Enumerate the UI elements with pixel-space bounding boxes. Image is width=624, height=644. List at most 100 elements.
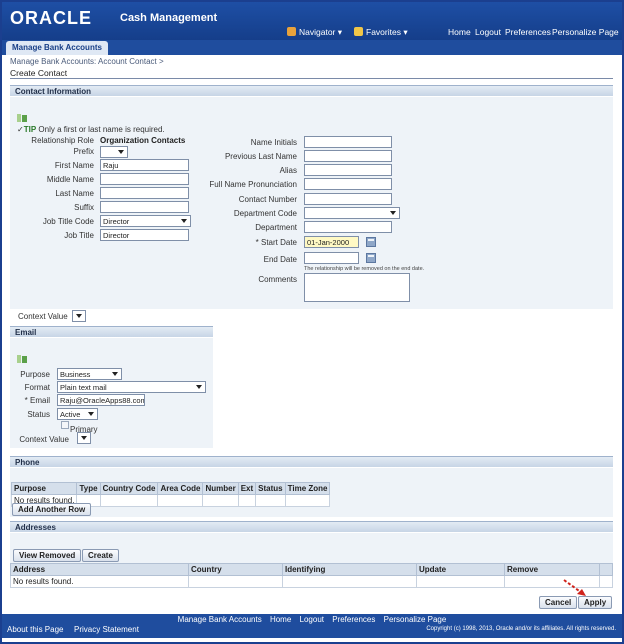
- comments-textarea[interactable]: [304, 273, 410, 302]
- add-another-row-button[interactable]: Add Another Row: [12, 503, 92, 516]
- view-removed-button[interactable]: View Removed: [13, 549, 82, 562]
- job-title-code-label: Job Title Code: [42, 217, 94, 226]
- chevron-down-icon: [112, 372, 118, 376]
- column-header: Ext: [237, 482, 257, 495]
- tip-icon: [17, 114, 27, 122]
- apply-button[interactable]: Apply: [578, 596, 613, 609]
- page-title: Create Contact: [10, 68, 68, 78]
- comments-label: Comments: [258, 275, 297, 284]
- job-title-input[interactable]: Director: [100, 229, 189, 241]
- email-context-value-select[interactable]: [77, 432, 91, 444]
- global-header: ORACLE Cash Management Navigator ▾ Favor…: [2, 2, 622, 40]
- table-cell: [416, 575, 505, 588]
- previous-last-name-label: Previous Last Name: [224, 152, 297, 161]
- email-address-input[interactable]: Raju@OracleApps88.com: [57, 394, 145, 406]
- chevron-down-icon: [196, 385, 202, 389]
- phone-table-header: Purpose Type Country Code Area Code Numb…: [10, 482, 331, 495]
- table-cell: [188, 575, 283, 588]
- home-link[interactable]: Home: [448, 27, 471, 37]
- job-title-code-select[interactable]: Director: [100, 215, 191, 227]
- footer-link-personalize-page[interactable]: Personalize Page: [384, 615, 447, 624]
- navigator-icon: [287, 27, 296, 36]
- footer: Manage Bank Accounts Home Logout Prefere…: [2, 614, 622, 638]
- suffix-label: Suffix: [74, 203, 94, 212]
- chevron-down-icon: [76, 314, 82, 318]
- contact-number-label: Contact Number: [238, 195, 297, 204]
- navigator-menu[interactable]: Navigator ▾: [287, 27, 342, 38]
- table-cell: [282, 575, 417, 588]
- breadcrumb[interactable]: Manage Bank Accounts: Account Contact >: [10, 57, 164, 66]
- footer-link-home[interactable]: Home: [270, 615, 291, 624]
- tip-message: Only a first or last name is required.: [38, 125, 165, 134]
- personalize-page-link[interactable]: Personalize Page: [552, 27, 619, 37]
- prefix-select[interactable]: [100, 146, 128, 158]
- footer-link-logout[interactable]: Logout: [300, 615, 324, 624]
- context-value-select[interactable]: [72, 310, 86, 322]
- column-header: Time Zone: [284, 482, 331, 495]
- suffix-input[interactable]: [100, 201, 189, 213]
- start-date-calendar-icon[interactable]: [366, 237, 376, 247]
- create-address-button[interactable]: Create: [82, 549, 119, 562]
- footer-link-preferences[interactable]: Preferences: [332, 615, 375, 624]
- primary-checkbox[interactable]: [61, 421, 69, 429]
- email-format-value: Plain text mail: [60, 383, 107, 392]
- phone-header: Phone: [10, 456, 613, 467]
- email-context-value-label: Context Value: [19, 435, 69, 444]
- oracle-logo: ORACLE: [10, 8, 92, 28]
- column-header: Type: [76, 482, 101, 495]
- navigator-label: Navigator: [299, 27, 336, 37]
- middle-name-input[interactable]: [100, 173, 189, 185]
- end-date-calendar-icon[interactable]: [366, 253, 376, 263]
- about-this-page-link[interactable]: About this Page: [7, 625, 63, 634]
- column-header: [599, 563, 613, 576]
- department-label: Department: [255, 223, 297, 232]
- relationship-role-label: Relationship Role: [31, 136, 94, 145]
- email-purpose-value: Business: [60, 370, 91, 379]
- name-initials-input[interactable]: [304, 136, 392, 148]
- title-divider: [10, 78, 613, 79]
- privacy-statement-link[interactable]: Privacy Statement: [74, 625, 139, 634]
- first-name-input[interactable]: Raju: [100, 159, 189, 171]
- copyright-text: Copyright (c) 1998, 2013, Oracle and/or …: [426, 626, 616, 632]
- end-date-input[interactable]: [304, 252, 359, 264]
- cancel-button[interactable]: Cancel: [539, 596, 578, 609]
- logout-link[interactable]: Logout: [475, 27, 501, 37]
- tip-text: ✓TIP Only a first or last name is requir…: [17, 125, 165, 134]
- start-date-input[interactable]: 01-Jan-2000: [304, 236, 359, 248]
- full-name-pronunciation-input[interactable]: [304, 178, 392, 190]
- previous-last-name-input[interactable]: [304, 150, 392, 162]
- alias-label: Alias: [279, 166, 297, 175]
- email-status-value: Active: [60, 410, 81, 419]
- relationship-role-value: Organization Contacts: [100, 136, 186, 145]
- footer-links: Manage Bank Accounts Home Logout Prefere…: [2, 615, 622, 624]
- table-cell: [284, 494, 331, 507]
- department-input[interactable]: [304, 221, 392, 233]
- column-header: Status: [255, 482, 286, 495]
- email-format-label: Format: [24, 383, 50, 392]
- tab-manage-bank-accounts[interactable]: Manage Bank Accounts: [6, 41, 108, 55]
- column-header: Country: [188, 563, 283, 576]
- table-cell: [157, 494, 204, 507]
- department-code-select[interactable]: [304, 207, 400, 219]
- table-cell: [237, 494, 257, 507]
- email-address-label: * Email: [24, 396, 50, 405]
- addresses-table-header: Address Country Identifying Update Remov…: [10, 563, 613, 576]
- middle-name-label: Middle Name: [46, 175, 94, 184]
- first-name-label: First Name: [54, 161, 94, 170]
- favorites-menu[interactable]: Favorites ▾: [354, 27, 408, 38]
- email-status-select[interactable]: Active: [57, 408, 98, 420]
- alias-input[interactable]: [304, 164, 392, 176]
- email-header: Email: [10, 326, 213, 337]
- addresses-table: Address Country Identifying Update Remov…: [10, 563, 613, 588]
- contact-number-input[interactable]: [304, 193, 392, 205]
- table-cell: [202, 494, 239, 507]
- tab-bar: Manage Bank Accounts: [2, 40, 622, 55]
- last-name-input[interactable]: [100, 187, 189, 199]
- empty-message: No results found.: [10, 575, 189, 588]
- table-cell: [99, 494, 159, 507]
- preferences-link[interactable]: Preferences: [505, 27, 551, 37]
- email-format-select[interactable]: Plain text mail: [57, 381, 206, 393]
- footer-link-manage-bank-accounts[interactable]: Manage Bank Accounts: [178, 615, 262, 624]
- email-purpose-select[interactable]: Business: [57, 368, 122, 380]
- column-header: Area Code: [157, 482, 204, 495]
